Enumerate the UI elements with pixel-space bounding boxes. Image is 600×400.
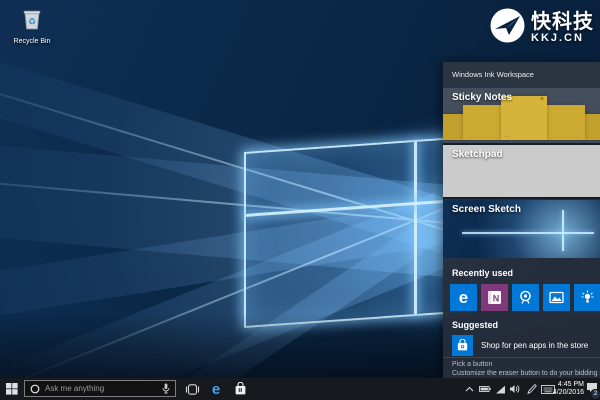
pen-tray-button[interactable] bbox=[523, 378, 539, 400]
search-input[interactable] bbox=[45, 384, 157, 393]
store-suggestion-text: Shop for pen apps in the store bbox=[481, 341, 588, 350]
clock-time: 4:45 PM bbox=[558, 381, 584, 389]
sticky-note bbox=[541, 105, 585, 140]
volume-tray-button[interactable] bbox=[507, 378, 522, 400]
camera-icon[interactable] bbox=[512, 284, 539, 311]
recycle-bin-shortcut[interactable]: ♻ Recycle Bin bbox=[6, 6, 58, 45]
tray-overflow-button[interactable] bbox=[462, 378, 476, 400]
recycle-bin-label: Recycle Bin bbox=[6, 38, 58, 45]
store-icon bbox=[234, 382, 247, 396]
note-close-icon[interactable]: × bbox=[540, 96, 544, 104]
suggested-label: Suggested bbox=[452, 320, 498, 330]
screen-sketch-preview bbox=[462, 232, 594, 234]
microphone-icon bbox=[162, 383, 170, 394]
kkj-logo-icon bbox=[489, 7, 526, 49]
recently-used-label: Recently used bbox=[452, 268, 513, 278]
note-menu-icon[interactable]: … bbox=[504, 133, 510, 139]
clock-date: 4/20/2016 bbox=[553, 389, 584, 397]
sticky-notes-section[interactable]: Sticky Notes + × … bbox=[443, 88, 600, 143]
recycle-bin-icon[interactable]: ♻ bbox=[19, 19, 45, 36]
kkj-watermark: 快科技 KKJ.CN bbox=[489, 7, 594, 49]
kkj-logo-title: 快科技 bbox=[531, 12, 594, 32]
svg-text:N: N bbox=[493, 294, 500, 304]
ink-workspace-header: Windows Ink Workspace bbox=[443, 62, 600, 88]
windows-logo-icon bbox=[6, 383, 18, 395]
windows-ink-workspace-panel: Windows Ink Workspace Sticky Notes + × …… bbox=[443, 62, 600, 378]
footer-divider bbox=[443, 357, 600, 358]
recently-used-apps: e N bbox=[450, 284, 600, 311]
desktop: ♻ Recycle Bin 快科技 KKJ.CN Windows Ink Wor… bbox=[0, 0, 600, 400]
microsoft-edge-icon: e bbox=[212, 382, 220, 397]
kkj-logo-subtitle: KKJ.CN bbox=[531, 32, 594, 44]
edge-taskbar-button[interactable]: e bbox=[204, 378, 228, 400]
action-center-button[interactable]: 2 bbox=[584, 378, 600, 400]
pick-button-label: Pick a button bbox=[452, 361, 492, 368]
battery-icon bbox=[479, 385, 491, 393]
windows-logo-wallpaper bbox=[244, 136, 472, 328]
network-tray-button[interactable] bbox=[493, 378, 507, 400]
taskbar: e bbox=[0, 378, 600, 400]
store-taskbar-button[interactable] bbox=[228, 378, 252, 400]
wifi-icon bbox=[495, 385, 506, 394]
start-button[interactable] bbox=[2, 378, 22, 400]
battery-tray-button[interactable] bbox=[477, 378, 492, 400]
onenote-icon[interactable]: N bbox=[481, 284, 508, 311]
cortana-icon bbox=[30, 384, 40, 394]
screen-sketch-section[interactable]: Screen Sketch bbox=[443, 200, 600, 258]
screen-sketch-preview bbox=[562, 210, 564, 251]
cortana-search-box[interactable] bbox=[24, 380, 176, 397]
task-view-icon bbox=[185, 384, 200, 395]
speaker-icon bbox=[509, 384, 520, 394]
sketchpad-section[interactable]: Sketchpad bbox=[443, 145, 600, 197]
microsoft-edge-icon[interactable]: e bbox=[450, 284, 477, 311]
section-divider bbox=[443, 197, 600, 199]
taskbar-clock[interactable]: 4:45 PM 4/20/2016 bbox=[553, 378, 584, 400]
customize-hint: Customize the eraser button to do your b… bbox=[452, 370, 600, 377]
sketchpad-title: Sketchpad bbox=[452, 149, 503, 160]
store-icon[interactable] bbox=[452, 335, 473, 356]
sticky-notes-title: Sticky Notes bbox=[452, 92, 512, 103]
chevron-up-icon bbox=[465, 386, 474, 392]
store-suggestion[interactable]: Shop for pen apps in the store bbox=[452, 335, 588, 356]
task-view-button[interactable] bbox=[180, 378, 204, 400]
photos-icon[interactable] bbox=[543, 284, 570, 311]
notification-badge: 2 bbox=[590, 389, 600, 400]
screen-sketch-title: Screen Sketch bbox=[452, 204, 521, 215]
lightbulb-icon[interactable] bbox=[574, 284, 600, 311]
svg-text:♻: ♻ bbox=[28, 17, 36, 27]
pen-icon bbox=[526, 384, 537, 395]
